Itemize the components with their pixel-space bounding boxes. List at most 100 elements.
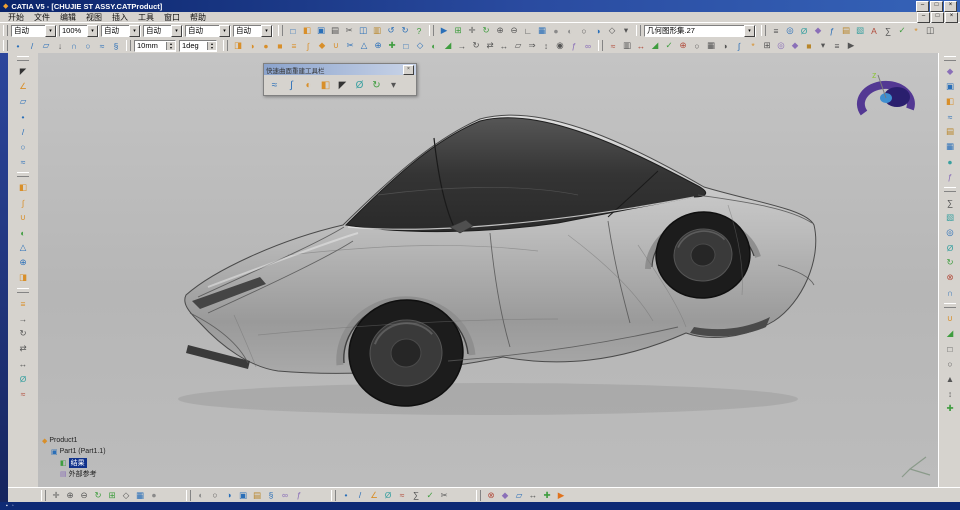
cut-icon[interactable]: ✂ (342, 24, 356, 37)
magnifier-icon[interactable]: ◎ (783, 24, 797, 37)
undo-icon[interactable]: ↺ (384, 24, 398, 37)
zoom-in-icon[interactable]: ⊕ (493, 24, 507, 37)
shading-icon[interactable]: ● (549, 24, 563, 37)
reflect-line-icon[interactable]: ∫ (732, 39, 746, 52)
measure2-icon[interactable]: Ø (943, 240, 958, 255)
surface-fit-icon[interactable]: ◐ (300, 77, 317, 93)
layers-icon[interactable]: ▣ (236, 489, 250, 502)
more-icon[interactable]: ▾ (385, 77, 402, 93)
sketch-icon[interactable]: ∠ (16, 79, 31, 94)
healing-icon[interactable]: ✚ (385, 39, 399, 52)
depth-effect-icon[interactable]: ◫ (923, 24, 937, 37)
redo-icon[interactable]: ↻ (398, 24, 412, 37)
fly-mode-icon[interactable]: ▶ (437, 24, 451, 37)
menu-item[interactable]: 窗口 (159, 12, 185, 23)
grid-icon[interactable]: ⊞ (760, 39, 774, 52)
fillet-icon[interactable]: ◐ (427, 39, 441, 52)
line-color-combo[interactable]: 自动 ▾ (11, 25, 57, 37)
measure-edge-icon[interactable]: Ø (16, 371, 31, 386)
fill-icon[interactable]: ◆ (315, 39, 329, 52)
doc-minimize-button[interactable]: – (917, 12, 930, 23)
loft-icon[interactable]: ∪ (16, 210, 31, 225)
helix-icon[interactable]: § (109, 39, 123, 52)
menu-item[interactable]: 插入 (107, 12, 133, 23)
normal-view-icon[interactable]: ∟ (521, 24, 535, 37)
car-model[interactable] (138, 75, 848, 445)
update-icon[interactable]: ↻ (943, 255, 958, 270)
offset-icon[interactable]: ≡ (287, 39, 301, 52)
minimize-button[interactable]: – (916, 1, 929, 12)
snap-angle-icon[interactable]: ∠ (367, 489, 381, 502)
multi-view2-icon[interactable]: ▦ (133, 489, 147, 502)
annotation-icon[interactable]: A (867, 24, 881, 37)
knowledge2-icon[interactable]: ƒ (943, 169, 958, 184)
zoom-level-combo[interactable]: 100% ▾ (59, 25, 99, 37)
iso-view2-icon[interactable]: ◇ (119, 489, 133, 502)
line-type-combo[interactable]: 自动 ▾ (101, 25, 141, 37)
distance-analysis-icon[interactable]: ↔ (634, 39, 648, 52)
floating-close-icon[interactable]: × (403, 65, 414, 75)
loop-icon[interactable]: ∞ (278, 489, 292, 502)
rebuild-icon[interactable]: ↻ (368, 77, 385, 93)
flip-icon[interactable]: ↕ (943, 386, 958, 401)
shape-design-icon[interactable]: ◧ (943, 94, 958, 109)
spline-tool-icon[interactable]: ≈ (16, 154, 31, 169)
highlight-analysis-icon[interactable]: * (746, 39, 760, 52)
affinity-icon[interactable]: ▱ (511, 39, 525, 52)
join-icon[interactable]: ⊕ (371, 39, 385, 52)
catalog-icon[interactable]: ▤ (839, 24, 853, 37)
revolve-icon[interactable]: ◑ (245, 39, 259, 52)
blend-icon[interactable]: ∪ (329, 39, 343, 52)
freestyle-icon[interactable]: ≈ (943, 109, 958, 124)
multi-view-icon[interactable]: ▦ (535, 24, 549, 37)
law-icon[interactable]: ƒ (567, 39, 581, 52)
delete-icon[interactable]: ⊗ (943, 270, 958, 285)
snap-point-icon[interactable]: • (339, 489, 353, 502)
sweep-curve-icon[interactable]: ∫ (283, 77, 300, 93)
repeat-icon[interactable]: ∞ (581, 39, 595, 52)
light-icon[interactable]: * (909, 24, 923, 37)
datum-icon[interactable]: ◆ (811, 24, 825, 37)
material-icon[interactable]: ▧ (853, 24, 867, 37)
datum2-icon[interactable]: ◆ (788, 39, 802, 52)
union-icon[interactable]: ∪ (943, 311, 958, 326)
tree-node-part[interactable]: ▣ Part1 (Part1.1) (51, 446, 106, 457)
tree-node-result[interactable]: ◧ 结果 (60, 457, 106, 468)
intersect2-icon[interactable]: ∩ (943, 285, 958, 300)
translate-tool-icon[interactable]: → (16, 311, 31, 326)
part-design-icon[interactable]: ▣ (943, 79, 958, 94)
menu-item[interactable]: 编辑 (55, 12, 81, 23)
line-icon[interactable]: / (25, 39, 39, 52)
split-tool-icon[interactable]: △ (16, 240, 31, 255)
paste-icon[interactable]: ▥ (370, 24, 384, 37)
analysis-icon[interactable]: ≈ (16, 386, 31, 401)
menu-item[interactable]: 开始 (3, 12, 29, 23)
select-pointer-icon[interactable]: ◤ (334, 77, 351, 93)
spinner[interactable]: ▴▾ (166, 42, 175, 50)
translate-icon[interactable]: → (455, 39, 469, 52)
cylinder2-icon[interactable]: ○ (943, 356, 958, 371)
rendering-icon[interactable]: ● (943, 154, 958, 169)
knowledge-icon[interactable]: ✓ (895, 24, 909, 37)
macro-icon[interactable]: ∑ (881, 24, 895, 37)
graph-tree-icon[interactable]: ≡ (769, 24, 783, 37)
join-tool-icon[interactable]: ⊕ (16, 255, 31, 270)
zoom-out-icon[interactable]: ⊖ (507, 24, 521, 37)
step-angle-field[interactable]: 1deg ▴▾ (179, 40, 217, 52)
rotate-view2-icon[interactable]: ↻ (91, 489, 105, 502)
rotate-tool-icon[interactable]: ↻ (16, 326, 31, 341)
circle-icon[interactable]: ○ (81, 39, 95, 52)
dropdown-arrow-icon[interactable]: ▾ (87, 25, 98, 37)
surface-icon[interactable]: ◧ (16, 180, 31, 195)
symmetry-icon[interactable]: ⇄ (483, 39, 497, 52)
tree-node-external-refs[interactable]: ▤ 外部参考 (60, 468, 106, 479)
doc-maximize-button[interactable]: □ (931, 12, 944, 23)
surface-check-icon[interactable]: ✓ (662, 39, 676, 52)
boundary-icon[interactable]: □ (399, 39, 413, 52)
point-icon[interactable]: • (11, 39, 25, 52)
isophote-icon[interactable]: ◑ (718, 39, 732, 52)
zoom-in2-icon[interactable]: ⊕ (63, 489, 77, 502)
hide-show2-icon[interactable]: ◑ (222, 489, 236, 502)
workbench-icon[interactable]: ◆ (943, 64, 958, 79)
sweep-icon[interactable]: ∫ (301, 39, 315, 52)
